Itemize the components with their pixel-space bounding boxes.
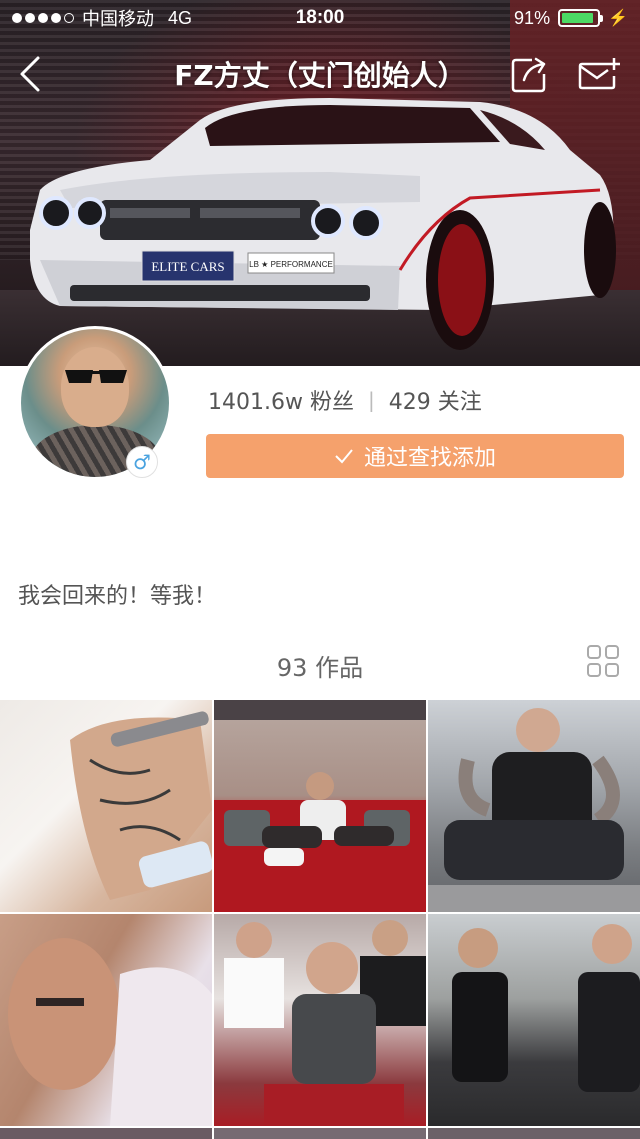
grid-view-icon[interactable] <box>586 644 620 678</box>
signal-dot <box>51 13 61 23</box>
share-button[interactable] <box>510 56 548 94</box>
works-grid <box>0 700 640 1139</box>
work-thumbnail[interactable] <box>428 914 640 1126</box>
work-thumbnail[interactable] <box>0 914 212 1126</box>
avatar-head <box>61 347 129 427</box>
checkmark-icon <box>335 449 353 464</box>
network-type: 4G <box>168 7 193 28</box>
work-thumbnail[interactable] <box>214 700 426 912</box>
signal-dot <box>25 13 35 23</box>
car-image: ELITE CARS LB ★ PERFORMANCE <box>30 98 616 350</box>
add-message-button[interactable] <box>578 56 620 94</box>
work-thumbnail[interactable] <box>214 914 426 1126</box>
signal-strength-icon <box>12 13 74 23</box>
signal-dot <box>64 13 74 23</box>
clock: 18:00 <box>295 7 345 28</box>
work-thumbnail[interactable] <box>428 1128 640 1139</box>
share-icon <box>511 57 546 93</box>
sticker-text: LB ★ PERFORMANCE <box>249 260 333 269</box>
sunglasses-icon <box>65 370 127 383</box>
message-add-icon <box>578 58 620 90</box>
work-thumbnail[interactable] <box>0 700 212 912</box>
work-thumbnail[interactable] <box>214 1128 426 1139</box>
status-bar: 中国移动 4G 18:00 91% ⚡ <box>0 0 640 36</box>
signal-dot <box>12 13 22 23</box>
charging-icon: ⚡ <box>608 10 628 27</box>
follow-button[interactable]: 通过查找添加 <box>206 434 624 478</box>
followers-count[interactable]: 1401.6w 粉丝 <box>208 384 354 416</box>
signal-dot <box>38 13 48 23</box>
work-thumbnail[interactable] <box>428 700 640 912</box>
follow-button-label: 通过查找添加 <box>363 446 496 471</box>
profile-stats: 1401.6w 粉丝 | 429 关注 <box>208 384 482 416</box>
battery-icon <box>558 9 604 27</box>
works-count: 93 作品 <box>276 654 364 682</box>
battery-percent: 91% <box>514 7 551 28</box>
gender-male-icon: ♂ <box>126 446 158 478</box>
plate-text: ELITE CARS <box>151 259 224 274</box>
bio-text: 我会回来的！等我！ <box>18 584 217 609</box>
work-thumbnail[interactable] <box>0 1128 212 1139</box>
following-count[interactable]: 429 关注 <box>389 384 482 416</box>
nav-bar: FZ方丈（丈门创始人） <box>0 46 640 100</box>
stats-separator: | <box>367 388 375 412</box>
carrier-name: 中国移动 <box>82 9 154 29</box>
works-header: 93 作品 <box>0 636 640 692</box>
